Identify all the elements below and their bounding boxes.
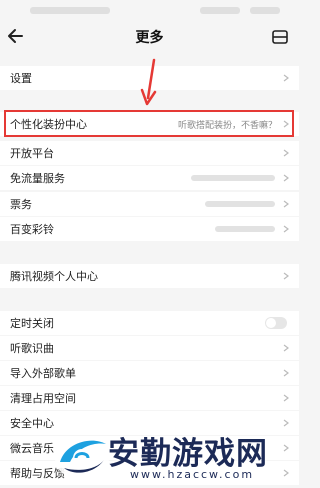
status-blur-right-1	[200, 7, 240, 14]
tencent-video-row[interactable]: 腾讯视频个人中心	[0, 264, 299, 288]
sleep-timer-row[interactable]: 定时关闭	[0, 311, 299, 335]
watermark-logo	[55, 436, 109, 480]
clear-storage-row[interactable]: 清理占用空间	[0, 386, 299, 410]
import-playlist-row[interactable]: 导入外部歌单	[0, 361, 299, 385]
watermark: 安勤游戏网 www.hzaccw.com	[48, 424, 298, 488]
row-label: 清理占用空间	[10, 392, 76, 405]
free-data-service-row[interactable]: 免流量服务	[0, 166, 299, 190]
watermark-url: www.hzaccw.com	[130, 468, 255, 481]
chevron-right-icon	[283, 200, 289, 208]
chevron-right-icon	[283, 369, 289, 377]
chevron-right-icon	[283, 225, 289, 233]
ringtone-row[interactable]: 百变彩铃	[0, 217, 299, 241]
red-pointer-arrow	[140, 58, 157, 106]
highlight-box	[4, 110, 294, 137]
top-bar: 更多	[0, 22, 299, 52]
chevron-right-icon	[283, 174, 289, 182]
hamburger-menu-icon[interactable]	[271, 28, 289, 46]
row-label: 免流量服务	[10, 172, 65, 185]
row-label: 票务	[10, 198, 32, 211]
row-label: 听歌识曲	[10, 342, 54, 355]
chevron-right-icon	[283, 344, 289, 352]
tickets-row[interactable]: 票务	[0, 192, 299, 216]
watermark-title: 安勤游戏网	[108, 436, 268, 472]
row-label: 导入外部歌单	[10, 367, 76, 380]
row-label: 百变彩铃	[10, 223, 54, 236]
status-blur-right-2	[250, 7, 280, 14]
page-title: 更多	[135, 30, 164, 46]
row-label: 设置	[10, 72, 32, 85]
row-label: 定时关闭	[10, 317, 54, 330]
chevron-right-icon	[283, 272, 289, 280]
row-label: 腾讯视频个人中心	[10, 270, 98, 283]
row-label: 开放平台	[10, 147, 54, 160]
blurred-hint	[191, 175, 275, 181]
open-platform-row[interactable]: 开放平台	[0, 141, 299, 165]
sleep-timer-toggle[interactable]	[265, 317, 287, 329]
blurred-hint	[215, 226, 275, 232]
chevron-right-icon	[283, 394, 289, 402]
chevron-right-icon	[283, 74, 289, 82]
status-bar	[0, 0, 299, 22]
song-recognition-row[interactable]: 听歌识曲	[0, 336, 299, 360]
status-blur-left	[30, 7, 110, 14]
blurred-hint	[205, 201, 275, 207]
chevron-right-icon	[283, 149, 289, 157]
